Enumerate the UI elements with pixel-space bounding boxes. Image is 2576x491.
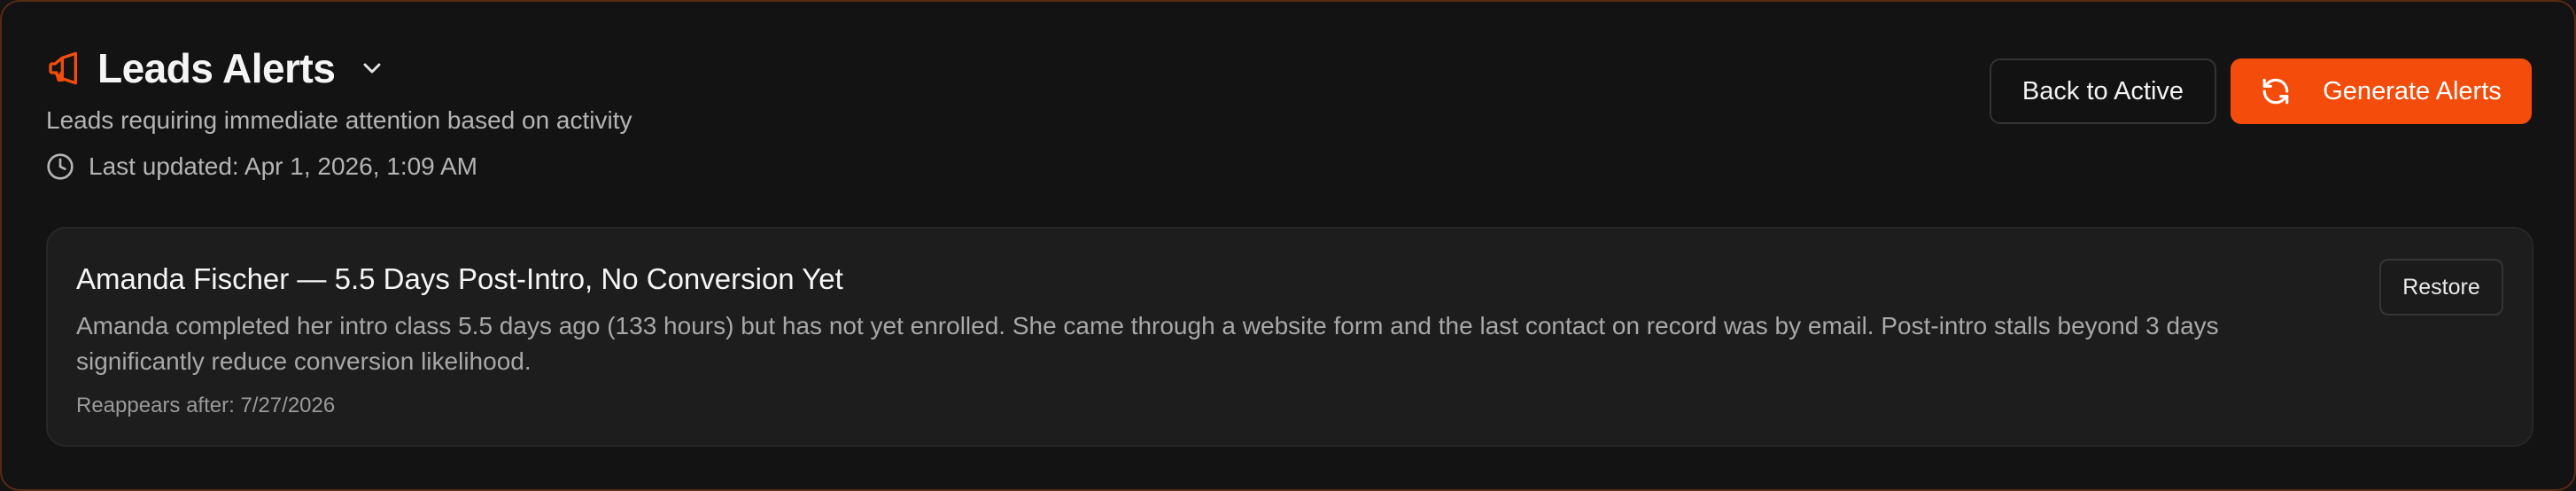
clock-icon [46, 152, 74, 181]
restore-label: Restore [2402, 274, 2480, 300]
last-updated: Last updated: Apr 1, 2026, 1:09 AM [46, 152, 2532, 181]
leads-alerts-panel: Leads Alerts Leads requiring immediate a… [0, 0, 2576, 491]
back-to-active-button[interactable]: Back to Active [1990, 58, 2216, 124]
page-title: Leads Alerts [97, 45, 336, 91]
alert-card: Amanda Fischer — 5.5 Days Post-Intro, No… [46, 227, 2533, 447]
back-to-active-label: Back to Active [2021, 76, 2184, 105]
header-actions: Back to Active Generate Alerts [1990, 58, 2532, 124]
generate-alerts-button[interactable]: Generate Alerts [2231, 58, 2532, 124]
restore-button[interactable]: Restore [2379, 259, 2503, 316]
generate-alerts-label: Generate Alerts [2323, 76, 2502, 105]
chevron-down-icon[interactable] [358, 54, 386, 82]
megaphone-icon [46, 51, 81, 86]
refresh-icon [2261, 76, 2291, 106]
alert-description: Amanda completed her intro class 5.5 day… [76, 312, 2219, 375]
alert-reappears: Reappears after: 7/27/2026 [76, 394, 336, 417]
alert-title: Amanda Fischer — 5.5 Days Post-Intro, No… [76, 262, 843, 295]
last-updated-text: Last updated: Apr 1, 2026, 1:09 AM [89, 152, 477, 180]
